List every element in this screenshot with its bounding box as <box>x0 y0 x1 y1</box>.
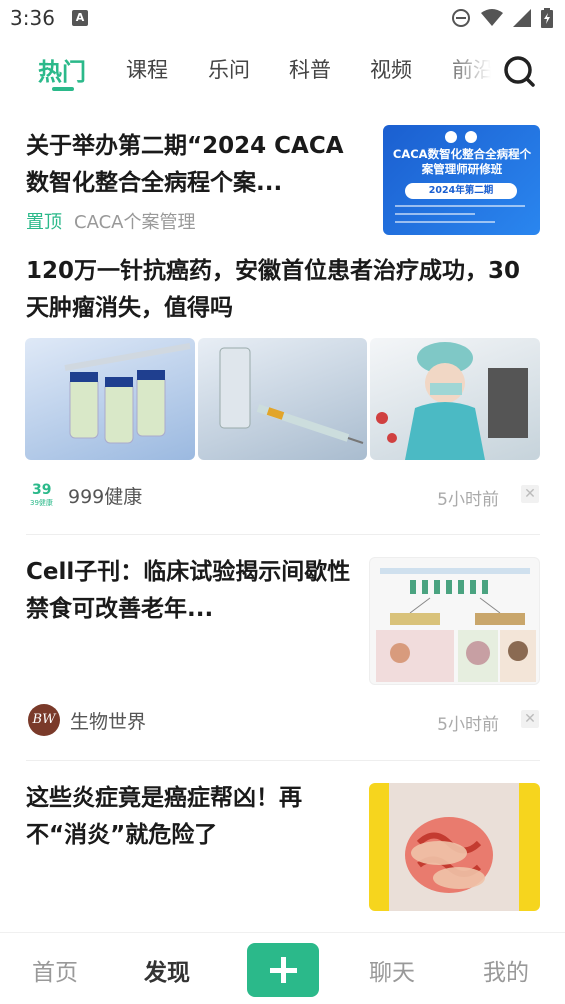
lab-illustration <box>376 342 528 460</box>
wifi-icon <box>481 9 503 26</box>
article-thumbnail[interactable] <box>369 783 540 911</box>
logo-number: 39 <box>32 481 52 498</box>
nav-discover[interactable]: 发现 <box>144 953 190 987</box>
inflammation-illustration <box>389 783 519 911</box>
article-title[interactable]: 关于举办第二期“2024 CACA数智化整合全病程个案... <box>26 128 366 202</box>
divider <box>26 760 540 761</box>
tab-video[interactable]: 视频 <box>370 54 412 84</box>
signal-icon <box>513 9 531 27</box>
banner-fineprint <box>395 213 475 215</box>
source-logo-bw: BW <box>28 704 60 736</box>
bottom-navigation: 首页 发现 聊天 我的 <box>0 932 565 1004</box>
article-source-row[interactable]: 39 39健康 999健康 <box>30 482 142 509</box>
article-title[interactable]: 这些炎症竟是癌症帮凶！再不“消炎”就危险了 <box>26 780 356 854</box>
article-time: 5小时前 <box>437 715 499 735</box>
notification-icon: A <box>72 10 88 26</box>
article-time: 5小时前 <box>437 490 499 510</box>
article-image-vials[interactable] <box>25 338 195 460</box>
search-button[interactable] <box>500 52 540 92</box>
divider <box>26 534 540 535</box>
status-icons <box>451 8 553 28</box>
pinned-badge: 置顶 <box>26 212 62 233</box>
article-source: 999健康 <box>68 486 143 508</box>
diagram-illustration <box>376 568 536 682</box>
add-button[interactable] <box>247 943 319 997</box>
logo-caption: 39健康 <box>30 498 53 507</box>
article-meta: 置顶 CACA个案管理 <box>26 208 195 234</box>
nav-chat[interactable]: 聊天 <box>369 953 415 987</box>
banner-fineprint <box>395 205 525 207</box>
dismiss-icon[interactable]: ✕ <box>521 485 539 503</box>
tab-fade <box>440 44 500 100</box>
banner-fineprint <box>395 221 495 223</box>
tab-qa[interactable]: 乐问 <box>208 54 250 84</box>
article-source: 生物世界 <box>70 710 147 733</box>
search-icon <box>504 56 535 87</box>
vials-illustration <box>64 343 191 444</box>
banner-badge: 2024年第二期 <box>405 183 517 199</box>
nav-home[interactable]: 首页 <box>32 953 78 987</box>
tab-active-indicator <box>52 87 74 91</box>
article-title[interactable]: Cell子刊：临床试验揭示间歇性禁食可改善老年... <box>26 554 356 628</box>
article-thumbnail[interactable] <box>369 557 540 685</box>
article-title[interactable]: 120万一针抗癌药，安徽首位患者治疗成功，30天肿瘤消失，值得吗 <box>26 253 540 327</box>
plus-icon <box>270 957 297 983</box>
article-thumbnail[interactable]: CACA数智化整合全病程个案管理师研修班 2024年第二期 <box>383 125 540 235</box>
syringe-illustration <box>219 347 364 444</box>
status-time: 3:36 <box>10 6 55 30</box>
article-source: CACA个案管理 <box>74 212 196 233</box>
category-tabs: 热门 课程 乐问 科普 视频 前沿 <box>0 44 565 104</box>
tab-hot[interactable]: 热门 <box>38 52 86 87</box>
article-image-syringe[interactable] <box>198 338 367 460</box>
nav-mine[interactable]: 我的 <box>483 953 529 987</box>
tab-courses[interactable]: 课程 <box>126 54 168 84</box>
banner-heading: CACA数智化整合全病程个案管理师研修班 <box>392 147 532 176</box>
dismiss-icon[interactable]: ✕ <box>521 710 539 728</box>
tab-science[interactable]: 科普 <box>289 54 331 84</box>
article-image-lab[interactable] <box>370 338 540 460</box>
source-logo-999: 39 39健康 <box>30 481 58 508</box>
banner-logo-icon <box>445 131 477 143</box>
status-bar: 3:36 A <box>0 0 565 38</box>
battery-icon <box>541 8 553 28</box>
article-source-row[interactable]: BW 生物世界 <box>28 704 146 736</box>
dnd-icon <box>452 9 470 27</box>
